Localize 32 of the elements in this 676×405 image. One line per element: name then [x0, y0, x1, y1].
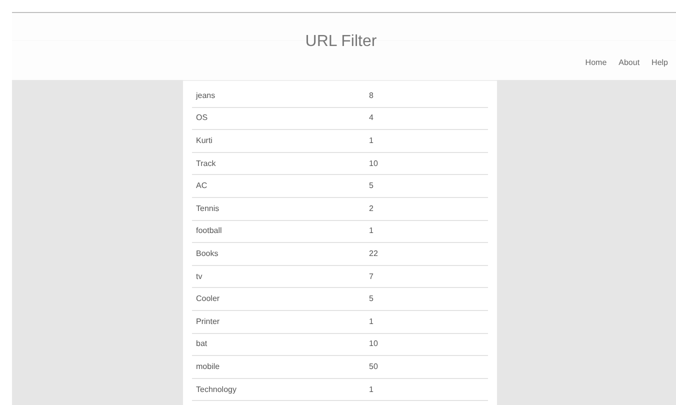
table-cell-text: OS: [196, 113, 209, 124]
table-cell-text: 1: [369, 316, 374, 327]
table-cell-text: mobile: [196, 362, 221, 372]
table-cell-text: Track: [196, 158, 217, 169]
table-cell-text: 1: [369, 226, 374, 236]
table-cell-text: jeans: [196, 90, 216, 101]
table-cell-text: 10: [369, 158, 379, 169]
table-cell-text: Kurti: [196, 136, 214, 146]
table-cell-text: 7: [369, 272, 374, 282]
table-cell-text: 1: [369, 136, 374, 146]
table-cell-text: 5: [369, 181, 374, 192]
table-cell-text: football: [196, 226, 223, 236]
table-cell-text: AC: [196, 181, 208, 192]
table-cell-text: Technology: [196, 384, 238, 395]
table-cell-text: Books: [196, 248, 220, 259]
table-cell-text: Cooler: [196, 294, 221, 304]
table-cell-text: bat: [196, 339, 208, 350]
nav-link[interactable]: About: [618, 58, 640, 68]
table-cell-text: 8: [369, 90, 374, 101]
nav-link[interactable]: Home: [585, 58, 607, 68]
table-cell-text: 10: [369, 339, 379, 350]
nav-link[interactable]: Help: [652, 58, 668, 68]
table-cell-text: 1: [369, 384, 374, 395]
table-cell-text: 2: [369, 204, 374, 214]
table-cell-text: Printer: [196, 316, 221, 327]
table-cell-text: 5: [369, 294, 374, 304]
table-cell-text: Tennis: [196, 204, 220, 214]
table-cell-text: 50: [369, 362, 379, 372]
table-cell-text: tv: [196, 272, 204, 282]
table-cell-text: 4: [369, 113, 374, 124]
table-cell-text: 22: [369, 248, 379, 259]
page-title: URL Filter: [305, 32, 377, 52]
